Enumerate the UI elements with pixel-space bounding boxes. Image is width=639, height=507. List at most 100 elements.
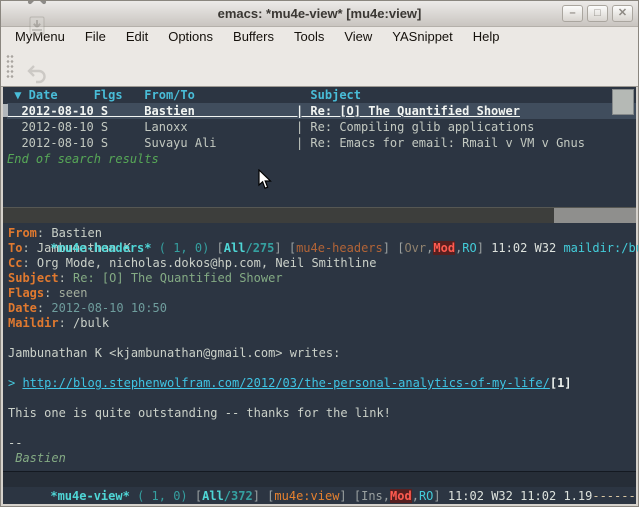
message-link[interactable]: http://blog.stephenwolfram.com/2012/03/t… (22, 376, 549, 390)
body-line: -- (8, 436, 636, 451)
headers-row-text: 2012-08-10 S Lanoxx | Re: Compiling glib… (7, 120, 534, 134)
modeline-tail (554, 208, 636, 223)
body-text: -- (8, 436, 22, 450)
field-label: Date (8, 301, 37, 315)
message-body: Jambunathan K <kjambunathan@gmail.com> w… (8, 331, 636, 466)
modeline-segment: Mod (390, 489, 412, 503)
message-field-flags: Flags: seen (8, 286, 636, 301)
modeline-segment: Ovr (404, 241, 426, 255)
modeline-segment: mu4e:view (274, 489, 339, 503)
modeline-view[interactable]: *mu4e-view* ( 1, 0) [All/372] [mu4e:view… (3, 471, 636, 487)
field-label: Flags (8, 286, 44, 300)
modeline-segment: *mu4e-headers* (50, 241, 151, 255)
modeline-segment: mu4e-headers (296, 241, 383, 255)
modeline-segment: 11:02 W32 (491, 241, 563, 255)
minimize-button[interactable]: – (562, 5, 583, 22)
end-of-search-message: End of search results (7, 151, 636, 167)
body-line (8, 421, 636, 436)
menu-item-yasnippet[interactable]: YASnippet (382, 27, 462, 47)
tool-bar (1, 47, 638, 87)
field-value: Re: [O] The Quantified Shower (73, 271, 283, 285)
maximize-button[interactable]: □ (587, 5, 608, 22)
modeline-segment: ] (433, 489, 447, 503)
emacs-frame-content: ▼ Date Flgs From/To Subject 2012-08-10 S… (3, 87, 636, 504)
message-field-maildir: Maildir: /bulk (8, 316, 636, 331)
message-field-cc: Cc: Org Mode, nicholas.dokos@hp.com, Nei… (8, 256, 636, 271)
field-value: 2012-08-10 10:50 (51, 301, 167, 315)
save-as-icon (22, 10, 52, 40)
modeline-segment: /372 (224, 489, 253, 503)
modeline-segment: maildir:/bulk (563, 241, 639, 255)
menu-item-file[interactable]: File (75, 27, 116, 47)
body-line: Bastien (8, 451, 636, 466)
headers-row-text: 2012-08-10 S Bastien | Re: [O] The Quant… (7, 104, 520, 118)
body-line: This one is quite outstanding -- thanks … (8, 406, 636, 421)
menu-item-buffers[interactable]: Buffers (223, 27, 284, 47)
mouse-cursor (258, 169, 272, 195)
headers-row-list: 2012-08-10 S Bastien | Re: [O] The Quant… (7, 103, 636, 151)
menu-item-options[interactable]: Options (158, 27, 223, 47)
modeline-segment: , (412, 489, 419, 503)
modeline-segment: ( 1, 0) (152, 241, 217, 255)
close-button[interactable]: ✕ (612, 5, 633, 22)
modeline-segment: [ (217, 241, 224, 255)
modeline-segment: All (224, 241, 246, 255)
modeline-segment: All (202, 489, 224, 503)
modeline-segment: -------------- (592, 489, 639, 503)
headers-row[interactable]: 2012-08-10 S Bastien | Re: [O] The Quant… (7, 103, 636, 119)
body-line (8, 361, 636, 376)
menu-item-tools[interactable]: Tools (284, 27, 334, 47)
body-line (8, 331, 636, 346)
body-line (8, 391, 636, 406)
headers-row-text: 2012-08-10 S Suvayu Ali | Re: Emacs for … (7, 136, 585, 150)
modeline-segment: RO (462, 241, 476, 255)
field-value: Bastien (51, 226, 102, 240)
headers-row[interactable]: 2012-08-10 S Lanoxx | Re: Compiling glib… (7, 119, 636, 135)
modeline-segment: ] (383, 241, 397, 255)
window-title: emacs: *mu4e-view* [mu4e:view] (1, 1, 638, 26)
body-text: > (8, 376, 22, 390)
window-buttons: – □ ✕ (562, 5, 633, 22)
delete-icon[interactable] (22, 0, 52, 10)
view-window: From: BastienTo: Jambunathan KCc: Org Mo… (3, 223, 636, 471)
field-colon: : (44, 286, 58, 300)
field-value: /bulk (73, 316, 109, 330)
modeline-segment: /275 (245, 241, 274, 255)
field-label: Maildir (8, 316, 59, 330)
menu-item-help[interactable]: Help (463, 27, 510, 47)
modeline-segment: Ins (361, 489, 383, 503)
body-text: Bastien (8, 451, 66, 465)
undo-icon (22, 58, 52, 88)
modeline-segment: ] (253, 489, 267, 503)
vertical-scrollbar-thumb[interactable] (612, 89, 634, 115)
body-text: Jambunathan K <kjambunathan@gmail.com> w… (8, 346, 340, 360)
field-label: Subject (8, 271, 59, 285)
emacs-window: emacs: *mu4e-view* [mu4e:view] – □ ✕ MyM… (0, 0, 639, 507)
menu-item-view[interactable]: View (334, 27, 382, 47)
menu-item-edit[interactable]: Edit (116, 27, 158, 47)
modeline-segment: ( 1, 0) (130, 489, 195, 503)
toolbar-grip-handle[interactable] (6, 54, 14, 80)
modeline-segment: 11:02 W32 11:02 1.19 (448, 489, 593, 503)
field-value: Org Mode, nicholas.dokos@hp.com, Neil Sm… (37, 256, 377, 270)
modeline-segment: , (383, 489, 390, 503)
modeline-segment: RO (419, 489, 433, 503)
message-field-subject: Subject: Re: [O] The Quantified Shower (8, 271, 636, 286)
menu-bar: MyMenuFileEditOptionsBuffersToolsViewYAS… (1, 27, 638, 47)
modeline-segment: *mu4e-view* (50, 489, 129, 503)
body-line: Jambunathan K <kjambunathan@gmail.com> w… (8, 346, 636, 361)
field-colon: : (59, 271, 73, 285)
field-value: seen (59, 286, 88, 300)
title-bar[interactable]: emacs: *mu4e-view* [mu4e:view] – □ ✕ (1, 1, 638, 27)
field-colon: : (59, 316, 73, 330)
modeline-segment: Mod (433, 241, 455, 255)
modeline-segment: ] (477, 241, 491, 255)
headers-row[interactable]: 2012-08-10 S Suvayu Ali | Re: Emacs for … (7, 135, 636, 151)
headers-column-header[interactable]: ▼ Date Flgs From/To Subject (7, 87, 636, 103)
headers-window: ▼ Date Flgs From/To Subject 2012-08-10 S… (3, 87, 636, 207)
modeline-headers[interactable]: *mu4e-headers* ( 1, 0) [All/275] [mu4e-h… (3, 207, 636, 223)
modeline-segment: ] (274, 241, 288, 255)
modeline-segment: [ (289, 241, 296, 255)
text-cursor (3, 104, 8, 117)
body-text: [1] (550, 376, 572, 390)
